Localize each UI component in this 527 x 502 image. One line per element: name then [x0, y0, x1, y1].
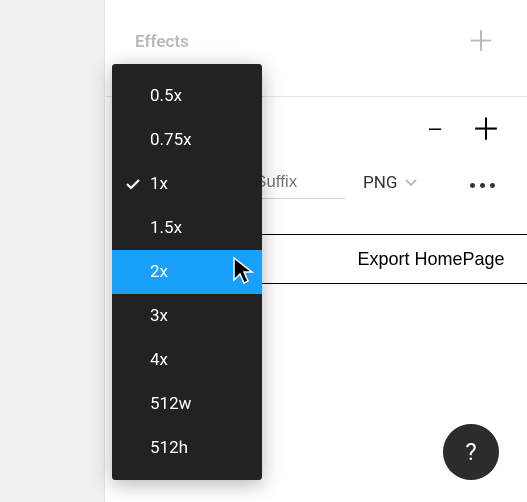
scale-option-1-5x[interactable]: 1.5x	[112, 206, 262, 250]
help-button[interactable]: ?	[443, 424, 499, 480]
effects-title: Effects	[135, 32, 189, 52]
scale-option-512h[interactable]: 512h	[112, 426, 262, 470]
add-effect-button[interactable]: ＋	[467, 28, 495, 56]
export-button-label: Export HomePage	[357, 249, 504, 270]
scale-option-label: 0.5x	[150, 86, 248, 106]
more-options-button[interactable]	[470, 183, 495, 188]
scale-option-label: 4x	[150, 350, 248, 370]
scale-option-1x[interactable]: 1x	[112, 162, 262, 206]
scale-option-label: 2x	[150, 262, 248, 282]
scale-option-512w[interactable]: 512w	[112, 382, 262, 426]
check-icon	[126, 179, 150, 190]
effects-header: Effects ＋	[135, 28, 495, 56]
scale-option-label: 512w	[150, 394, 248, 414]
scale-option-4x[interactable]: 4x	[112, 338, 262, 382]
scale-option-label: 3x	[150, 306, 248, 326]
scale-option-3x[interactable]: 3x	[112, 294, 262, 338]
add-export-button[interactable]: ＋	[471, 116, 495, 146]
suffix-input[interactable]	[255, 172, 345, 199]
scale-option-0-75x[interactable]: 0.75x	[112, 118, 262, 162]
scale-option-label: 0.75x	[150, 130, 248, 150]
format-select[interactable]: PNG	[363, 173, 417, 199]
export-button[interactable]: Export HomePage	[253, 234, 527, 284]
scale-option-label: 512h	[150, 438, 248, 458]
scale-option-2x[interactable]: 2x	[112, 250, 262, 294]
help-icon: ?	[465, 438, 476, 466]
left-gutter	[0, 0, 104, 502]
scale-option-label: 1x	[150, 174, 248, 194]
remove-export-button[interactable]: −	[423, 116, 447, 146]
scale-option-0-5x[interactable]: 0.5x	[112, 74, 262, 118]
scale-option-label: 1.5x	[150, 218, 248, 238]
format-value: PNG	[363, 173, 397, 193]
scale-dropdown[interactable]: 0.5x 0.75x 1x 1.5x 2x 3x 4x 512w 512h	[112, 64, 262, 480]
chevron-down-icon	[405, 179, 417, 187]
